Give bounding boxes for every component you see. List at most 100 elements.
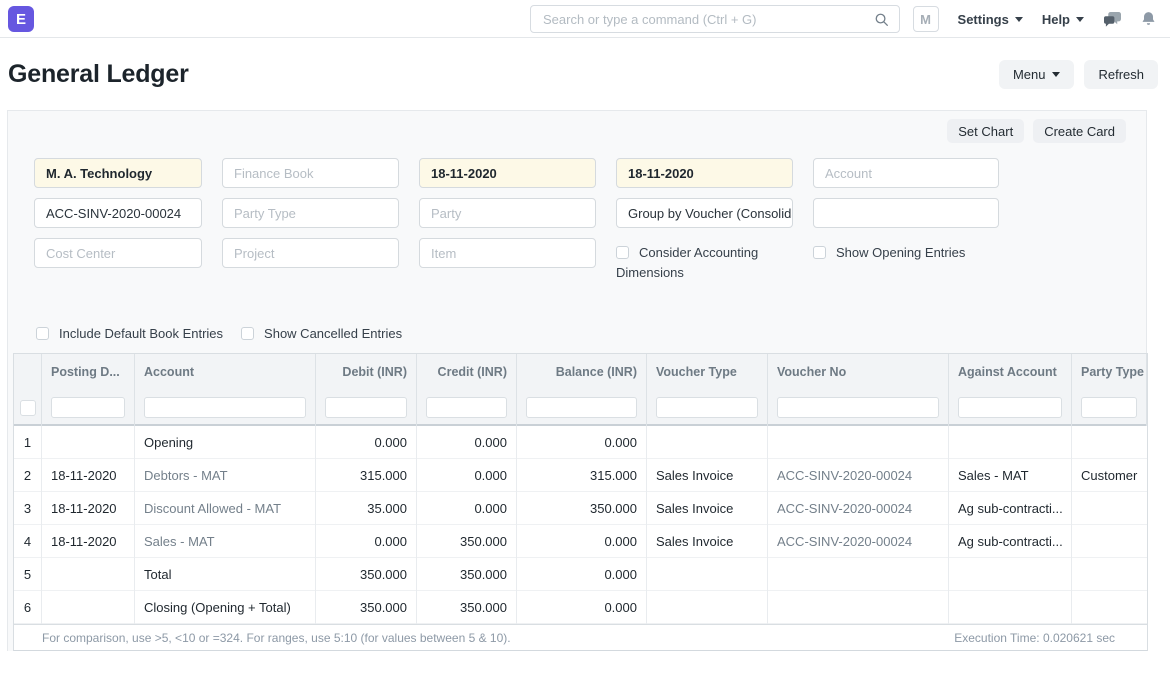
cell-credit[interactable]: 350.000 bbox=[417, 591, 517, 624]
cell-voucher-type[interactable]: Sales Invoice bbox=[647, 492, 768, 525]
create-card-button[interactable]: Create Card bbox=[1033, 119, 1126, 143]
cell-posting-date[interactable]: 18-11-2020 bbox=[42, 525, 135, 558]
table-row[interactable]: 5 Total 350.000 350.000 0.000 bbox=[14, 558, 1147, 591]
app-logo[interactable]: E bbox=[8, 6, 34, 32]
column-filter-input[interactable] bbox=[325, 397, 407, 418]
cell-voucher-type[interactable] bbox=[647, 591, 768, 624]
column-header-debit[interactable]: Debit (INR) bbox=[316, 354, 417, 389]
settings-menu[interactable]: Settings bbox=[958, 12, 1023, 27]
cell-balance[interactable]: 0.000 bbox=[517, 591, 647, 624]
table-row[interactable]: 6 Closing (Opening + Total) 350.000 350.… bbox=[14, 591, 1147, 624]
cell-account[interactable]: Discount Allowed - MAT bbox=[135, 492, 316, 525]
column-filter-input[interactable] bbox=[656, 397, 758, 418]
cell-balance[interactable]: 0.000 bbox=[517, 426, 647, 459]
cell-voucher-no[interactable]: ACC-SINV-2020-00024 bbox=[768, 492, 949, 525]
chat-icon[interactable] bbox=[1103, 11, 1122, 28]
table-row[interactable]: 3 18-11-2020 Discount Allowed - MAT 35.0… bbox=[14, 492, 1147, 525]
refresh-button[interactable]: Refresh bbox=[1084, 60, 1158, 89]
cell-voucher-no[interactable]: ACC-SINV-2020-00024 bbox=[768, 525, 949, 558]
cell-voucher-no[interactable] bbox=[768, 591, 949, 624]
finance-book-filter[interactable]: Finance Book bbox=[222, 158, 399, 188]
cell-balance[interactable]: 0.000 bbox=[517, 558, 647, 591]
item-filter[interactable]: Item bbox=[419, 238, 596, 268]
search-input[interactable] bbox=[541, 11, 874, 28]
cell-party-type[interactable] bbox=[1072, 558, 1147, 591]
cell-account[interactable]: Opening bbox=[135, 426, 316, 459]
column-filter-input[interactable] bbox=[777, 397, 939, 418]
include-default-book-entries-checkbox[interactable]: Include Default Book Entries bbox=[36, 319, 223, 344]
party-type-filter[interactable]: Party Type bbox=[222, 198, 399, 228]
global-search[interactable] bbox=[530, 5, 900, 33]
table-row[interactable]: 2 18-11-2020 Debtors - MAT 315.000 0.000… bbox=[14, 459, 1147, 492]
column-filter-input[interactable] bbox=[958, 397, 1062, 418]
party-filter[interactable]: Party bbox=[419, 198, 596, 228]
checkbox-icon[interactable] bbox=[813, 246, 826, 259]
cell-balance[interactable]: 315.000 bbox=[517, 459, 647, 492]
cell-credit[interactable]: 350.000 bbox=[417, 525, 517, 558]
cell-voucher-no[interactable] bbox=[768, 426, 949, 459]
voucher-no-filter[interactable]: ACC-SINV-2020-00024 bbox=[34, 198, 202, 228]
show-cancelled-entries-checkbox[interactable]: Show Cancelled Entries bbox=[241, 319, 402, 344]
cell-against-account[interactable]: Ag sub-contracti... bbox=[949, 525, 1072, 558]
cell-debit[interactable]: 0.000 bbox=[316, 426, 417, 459]
cell-voucher-type[interactable] bbox=[647, 558, 768, 591]
menu-button[interactable]: Menu bbox=[999, 60, 1075, 89]
cell-posting-date[interactable] bbox=[42, 591, 135, 624]
notifications-bell-icon[interactable] bbox=[1141, 11, 1156, 27]
column-filter-input[interactable] bbox=[426, 397, 507, 418]
cell-party-type[interactable] bbox=[1072, 591, 1147, 624]
cell-debit[interactable]: 315.000 bbox=[316, 459, 417, 492]
cell-voucher-no[interactable]: ACC-SINV-2020-00024 bbox=[768, 459, 949, 492]
cell-debit[interactable]: 0.000 bbox=[316, 525, 417, 558]
column-filter-input[interactable] bbox=[526, 397, 637, 418]
cell-debit[interactable]: 350.000 bbox=[316, 558, 417, 591]
cell-party-type[interactable] bbox=[1072, 492, 1147, 525]
column-header-posting-date[interactable]: Posting D... bbox=[42, 354, 135, 389]
cell-against-account[interactable] bbox=[949, 591, 1072, 624]
column-header-voucher-type[interactable]: Voucher Type bbox=[647, 354, 768, 389]
cell-posting-date[interactable] bbox=[42, 558, 135, 591]
cell-account[interactable]: Debtors - MAT bbox=[135, 459, 316, 492]
cell-party-type[interactable] bbox=[1072, 525, 1147, 558]
cell-voucher-type[interactable]: Sales Invoice bbox=[647, 525, 768, 558]
cell-party-type[interactable]: Customer bbox=[1072, 459, 1147, 492]
cell-account[interactable]: Sales - MAT bbox=[135, 525, 316, 558]
project-filter[interactable]: Project bbox=[222, 238, 399, 268]
company-filter[interactable]: M. A. Technology bbox=[34, 158, 202, 188]
column-filter-input[interactable] bbox=[1081, 397, 1137, 418]
cell-credit[interactable]: 0.000 bbox=[417, 492, 517, 525]
cell-posting-date[interactable]: 18-11-2020 bbox=[42, 459, 135, 492]
checkbox-icon[interactable] bbox=[616, 246, 629, 259]
column-filter-input[interactable] bbox=[20, 400, 36, 416]
cell-voucher-type[interactable]: Sales Invoice bbox=[647, 459, 768, 492]
cell-account[interactable]: Closing (Opening + Total) bbox=[135, 591, 316, 624]
column-header-voucher-no[interactable]: Voucher No bbox=[768, 354, 949, 389]
cell-against-account[interactable]: Sales - MAT bbox=[949, 459, 1072, 492]
cell-account[interactable]: Total bbox=[135, 558, 316, 591]
cell-party-type[interactable] bbox=[1072, 426, 1147, 459]
column-header-account[interactable]: Account bbox=[135, 354, 316, 389]
cell-debit[interactable]: 350.000 bbox=[316, 591, 417, 624]
group-by-filter[interactable]: Group by Voucher (Consolida bbox=[616, 198, 793, 228]
cost-center-filter[interactable]: Cost Center bbox=[34, 238, 202, 268]
cell-posting-date[interactable]: 18-11-2020 bbox=[42, 492, 135, 525]
cell-credit[interactable]: 0.000 bbox=[417, 459, 517, 492]
cell-voucher-no[interactable] bbox=[768, 558, 949, 591]
show-opening-entries-checkbox[interactable]: Show Opening Entries bbox=[813, 238, 999, 283]
column-header-index[interactable] bbox=[14, 354, 42, 389]
checkbox-icon[interactable] bbox=[36, 327, 49, 340]
column-header-against-account[interactable]: Against Account bbox=[949, 354, 1072, 389]
checkbox-icon[interactable] bbox=[241, 327, 254, 340]
set-chart-button[interactable]: Set Chart bbox=[947, 119, 1024, 143]
column-header-party-type[interactable]: Party Type bbox=[1072, 354, 1147, 389]
user-avatar[interactable]: M bbox=[913, 6, 939, 32]
to-date-filter[interactable]: 18-11-2020 bbox=[616, 158, 793, 188]
help-menu[interactable]: Help bbox=[1042, 12, 1084, 27]
cell-balance[interactable]: 350.000 bbox=[517, 492, 647, 525]
cell-debit[interactable]: 35.000 bbox=[316, 492, 417, 525]
cell-credit[interactable]: 350.000 bbox=[417, 558, 517, 591]
cell-against-account[interactable]: Ag sub-contracti... bbox=[949, 492, 1072, 525]
column-filter-input[interactable] bbox=[51, 397, 125, 418]
cell-posting-date[interactable] bbox=[42, 426, 135, 459]
account-filter[interactable]: Account bbox=[813, 158, 999, 188]
